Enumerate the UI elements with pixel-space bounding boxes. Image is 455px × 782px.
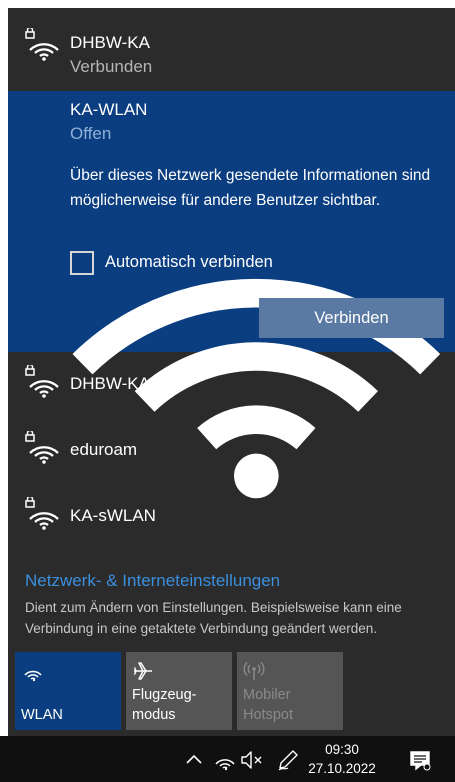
network-item-dhbw-ka5[interactable]: DHBW-KA5 [8, 352, 455, 418]
wlan-toggle-tile[interactable]: WLAN [15, 652, 121, 730]
network-name: eduroam [70, 440, 138, 459]
pen-icon[interactable] [276, 748, 300, 772]
wifi-secured-icon [25, 431, 59, 464]
network-status: Verbunden [70, 57, 153, 76]
tile-label: Flugzeug- modus [132, 687, 197, 723]
connect-button[interactable]: Verbinden [259, 298, 444, 338]
network-settings-description: Dient zum Ändern von Einstellungen. Beis… [25, 600, 402, 636]
auto-connect-checkbox[interactable] [70, 251, 94, 275]
clock-time: 09:30 [325, 742, 359, 757]
tile-label: Mobiler Hotspot [243, 687, 293, 723]
network-item-ka-wlan[interactable]: KA-WLAN Offen Über dieses Netzwerk gesen… [8, 91, 455, 499]
hotspot-icon [243, 661, 265, 680]
wifi-icon [24, 670, 42, 682]
network-flyout: DHBW-KA Verbunden KA-WLAN Offen Über die… [8, 8, 455, 736]
system-clock[interactable]: 09:30 27.10.2022 [306, 740, 378, 778]
network-item-eduroam[interactable]: eduroam [8, 418, 455, 484]
auto-connect-label[interactable]: Automatisch verbinden [105, 253, 273, 272]
chevron-up-icon[interactable] [182, 748, 206, 772]
airplane-mode-tile[interactable]: Flugzeug- modus [126, 652, 232, 730]
notification-icon[interactable] [408, 748, 432, 772]
wifi-secured-icon [25, 365, 59, 398]
security-warning-text: Über dieses Netzwerk gesendete Informati… [70, 167, 431, 209]
mobile-hotspot-tile[interactable]: Mobiler Hotspot [237, 652, 343, 730]
network-name: DHBW-KA [70, 33, 150, 52]
clock-date: 27.10.2022 [308, 761, 376, 776]
network-item-ka-swlan[interactable]: KA-sWLAN [8, 484, 455, 550]
network-settings-link[interactable]: Netzwerk- & Interneteinstellungen [25, 571, 280, 591]
wifi-secured-icon [25, 497, 59, 530]
network-status: Offen [70, 124, 112, 143]
network-name: DHBW-KA5 [70, 374, 160, 393]
network-item-dhbw-ka[interactable]: DHBW-KA Verbunden [8, 8, 455, 91]
wifi-icon[interactable] [212, 748, 236, 772]
network-name: KA-WLAN [70, 100, 148, 119]
network-name: KA-sWLAN [70, 506, 156, 525]
wifi-secured-icon [25, 28, 59, 61]
airplane-icon [133, 662, 152, 680]
taskbar: 09:30 27.10.2022 [0, 736, 455, 782]
speaker-muted-icon[interactable] [240, 748, 264, 772]
tile-label: WLAN [21, 707, 63, 723]
